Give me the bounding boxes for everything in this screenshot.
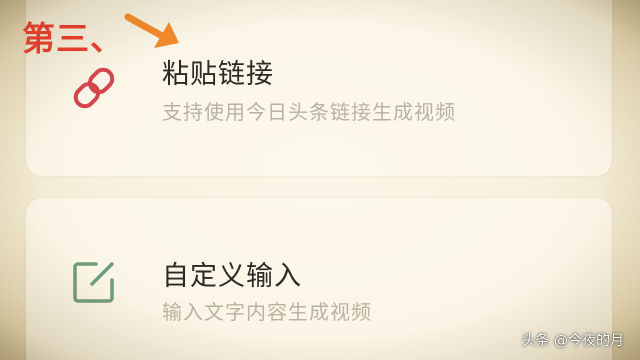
step-annotation-label: 第三、 — [22, 19, 124, 58]
edit-icon — [68, 256, 120, 308]
link-icon — [68, 62, 120, 114]
custom-input-title: 自定义输入 — [162, 261, 302, 292]
watermark: 头条 @今夜的月 — [521, 333, 624, 349]
arrow-icon — [124, 12, 184, 52]
custom-input-description: 输入文字内容生成视频 — [162, 300, 372, 324]
screen: 粘贴链接 支持使用今日头条链接生成视频 自定义输入 输入文字内容生成视频 第三、… — [0, 0, 640, 360]
paste-link-description: 支持使用今日头条链接生成视频 — [162, 100, 456, 124]
paste-link-title: 粘贴链接 — [162, 59, 274, 90]
